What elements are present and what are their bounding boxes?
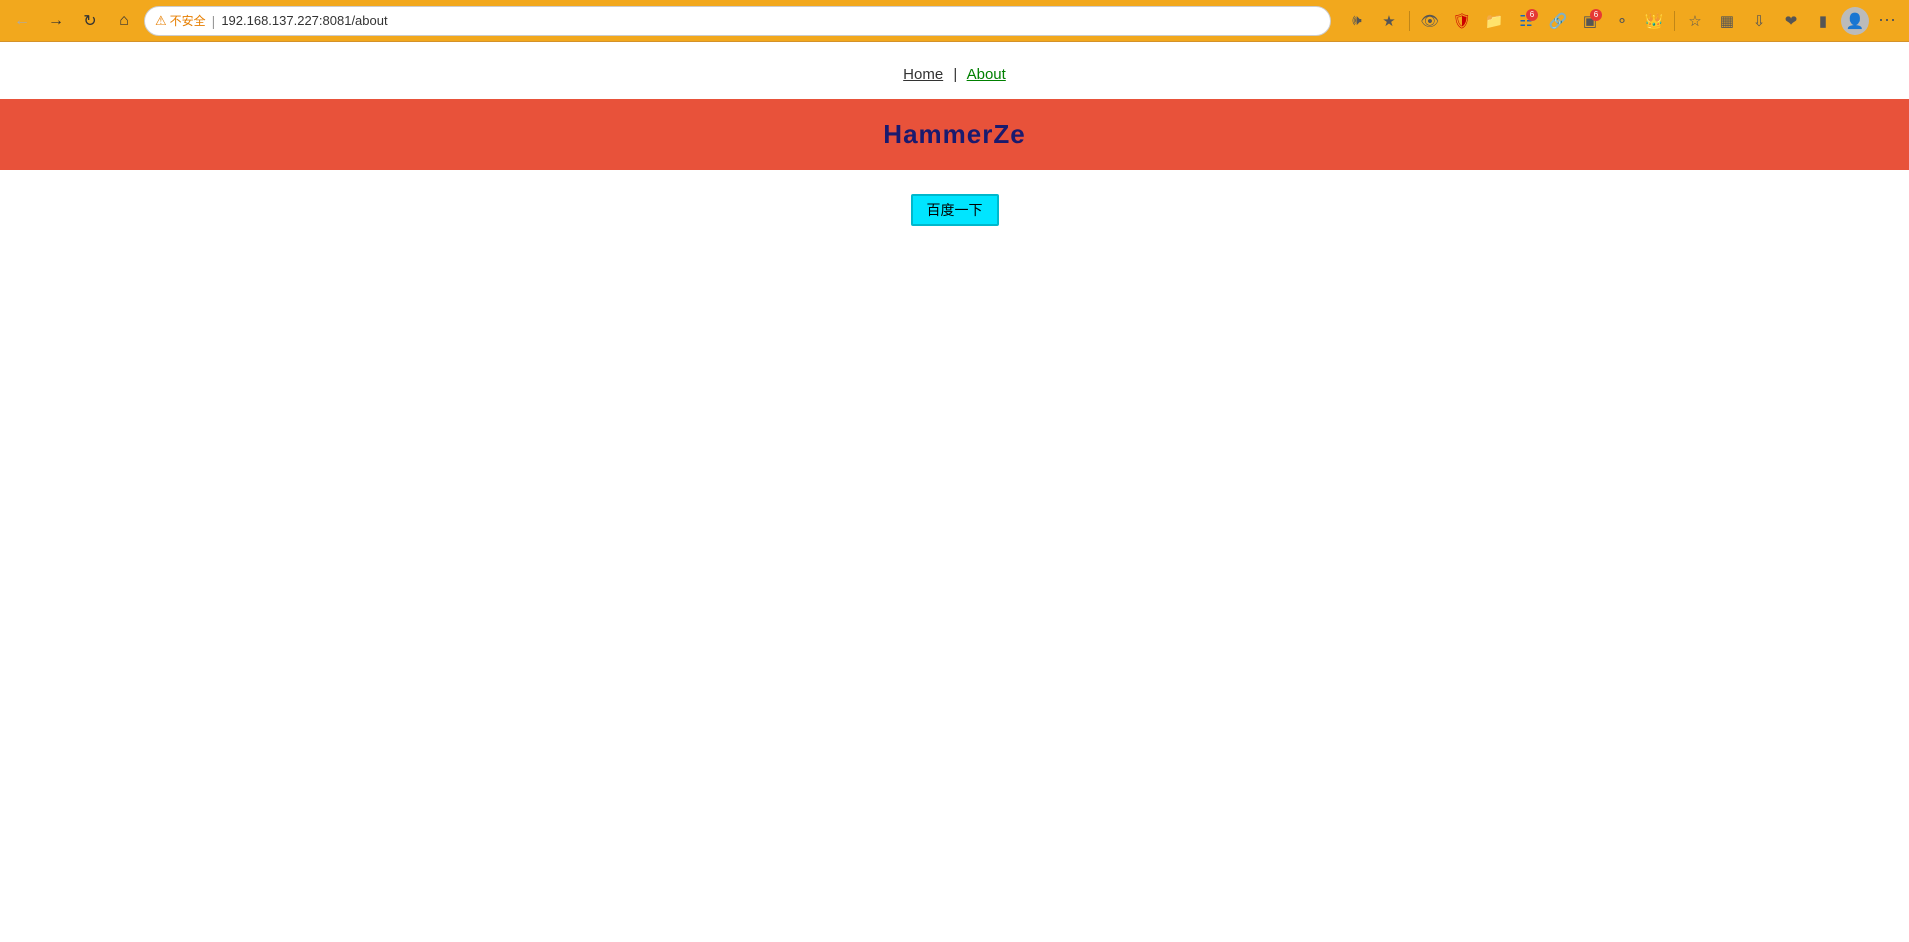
- more-button[interactable]: ⋯: [1873, 7, 1901, 35]
- warning-icon: ⚠: [155, 13, 167, 29]
- baidu-button[interactable]: 百度一下: [911, 194, 999, 226]
- security-label: 不安全: [170, 12, 206, 29]
- address-bar[interactable]: ⚠ 不安全 | 192.168.137.227:8081/about: [144, 6, 1331, 36]
- nav-separator: |: [953, 66, 957, 83]
- read-aloud-icon[interactable]: 🕪: [1343, 7, 1371, 35]
- reload-button[interactable]: ↻: [76, 7, 104, 35]
- toolbar-divider-1: [1409, 11, 1410, 31]
- forward-button[interactable]: →: [42, 7, 70, 35]
- extension-icon-4[interactable]: ☷ 6: [1512, 7, 1540, 35]
- extension-icon-5[interactable]: 🔗: [1544, 7, 1572, 35]
- extension-icon-1[interactable]: 👁: [1416, 7, 1444, 35]
- screenshot-icon[interactable]: ▮: [1809, 7, 1837, 35]
- extension-icon-10[interactable]: ▦: [1713, 7, 1741, 35]
- extension-icon-3[interactable]: 📁: [1480, 7, 1508, 35]
- toolbar-divider-2: [1674, 11, 1675, 31]
- browser-chrome: ← → ↻ ⌂ ⚠ 不安全 | 192.168.137.227:8081/abo…: [0, 0, 1909, 42]
- baidu-btn-wrapper: 百度一下: [0, 194, 1909, 226]
- extension-badge-6: 6: [1590, 9, 1602, 21]
- toolbar-icons: 🕪 ★ 👁 🛡 📁 ☷ 6 🔗 ▣ 6 ⚬ 👑 ☆ ▦ ⇩ ❤ ▮ 👤 ⋯: [1343, 7, 1901, 35]
- extension-icon-9[interactable]: ☆: [1681, 7, 1709, 35]
- site-title: HammerZe: [883, 119, 1025, 149]
- address-separator: |: [212, 13, 216, 29]
- favorites-heart-icon[interactable]: ❤: [1777, 7, 1805, 35]
- home-link[interactable]: Home: [903, 66, 943, 83]
- download-icon[interactable]: ⇩: [1745, 7, 1773, 35]
- about-link[interactable]: About: [967, 66, 1006, 83]
- site-header: HammerZe: [0, 99, 1909, 170]
- extension-icon-6[interactable]: ▣ 6: [1576, 7, 1604, 35]
- extension-icon-7[interactable]: ⚬: [1608, 7, 1636, 35]
- nav-links: Home | About: [0, 42, 1909, 99]
- address-text: 192.168.137.227:8081/about: [221, 13, 1320, 28]
- page-content: Home | About HammerZe 百度一下: [0, 42, 1909, 942]
- security-warning: ⚠ 不安全: [155, 12, 206, 29]
- extension-icon-2[interactable]: 🛡: [1448, 7, 1476, 35]
- favorites-icon[interactable]: ★: [1375, 7, 1403, 35]
- profile-button[interactable]: 👤: [1841, 7, 1869, 35]
- home-button[interactable]: ⌂: [110, 7, 138, 35]
- back-button[interactable]: ←: [8, 7, 36, 35]
- extension-icon-8[interactable]: 👑: [1640, 7, 1668, 35]
- extension-badge-4: 6: [1526, 9, 1538, 21]
